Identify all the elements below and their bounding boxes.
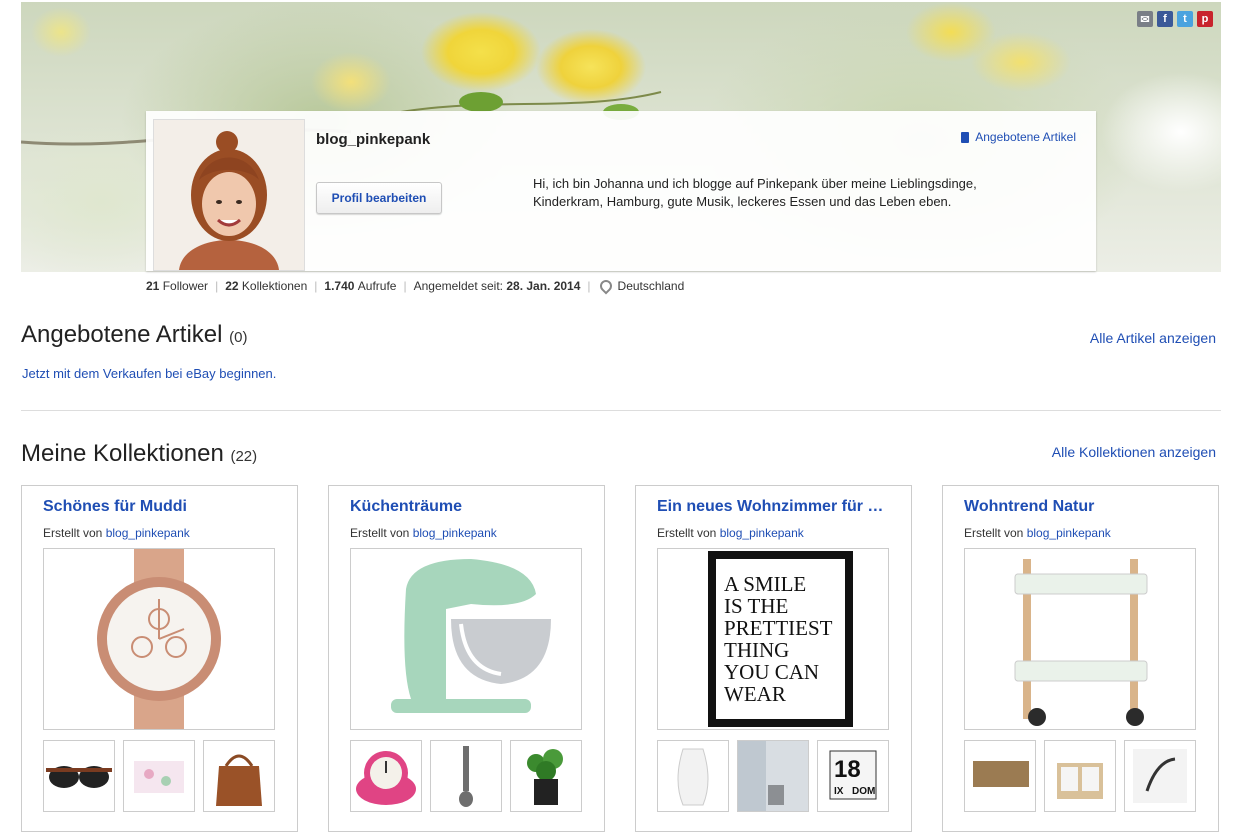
collections-section-title: Meine Kollektionen (22) [21,440,257,468]
location-pin-icon [597,277,615,295]
stats-divider: | [403,279,407,293]
registered-label: Angemeldet seit: [413,279,503,293]
profile-username: blog_pinkepank [316,131,431,148]
collection-author-link[interactable]: blog_pinkepank [106,526,190,540]
poster-line: IS THE [724,594,788,618]
stats-divider: | [215,279,219,293]
collection-thumbnails [43,740,275,812]
section-divider [21,410,1221,411]
offered-items-label: Angebotene Artikel [975,130,1076,144]
created-by-label: Erstellt von [657,526,717,540]
pinterest-share-icon[interactable]: p [1197,11,1213,27]
collection-author-line: Erstellt von blog_pinkepank [657,526,804,540]
thumbnail-feather-pillow[interactable] [1124,740,1196,812]
offered-items-link[interactable]: Angebotene Artikel [961,130,1076,144]
thumbnail-jute-rug[interactable] [964,740,1036,812]
thumbnail-room[interactable] [737,740,809,812]
profile-card: blog_pinkepank Profil bearbeiten Hi, ich… [146,111,1096,271]
collection-author-link[interactable]: blog_pinkepank [720,526,804,540]
offered-section-title: Angebotene Artikel (0) [21,321,248,349]
poster-line: PRETTIEST [724,616,833,640]
collection-main-image-mixer[interactable] [350,548,582,730]
views-count: 1.740 [324,279,355,293]
thumbnail-wooden-calendar[interactable] [1044,740,1116,812]
collections-count-badge: (22) [230,448,258,465]
profile-bio: Hi, ich bin Johanna und ich blogge auf P… [533,176,977,209]
collection-main-image-watch[interactable] [43,548,275,730]
all-items-link[interactable]: Alle Artikel anzeigen [1090,330,1216,346]
collection-thumbnails [350,740,582,812]
collection-author-line: Erstellt von blog_pinkepank [964,526,1111,540]
thumbnail-herb-plant[interactable] [510,740,582,812]
stats-divider: | [587,279,591,293]
collection-card[interactable]: Schönes für Muddi Erstellt von blog_pink… [21,485,298,832]
collection-main-image-poster[interactable]: A SMILE IS THE PRETTIEST THING YOU CAN W… [657,548,889,730]
poster-line: YOU CAN [724,660,819,684]
offered-count: (0) [229,329,248,346]
followers-label: Follower [162,279,209,293]
location-label: Deutschland [617,279,685,293]
collection-thumbnails: 18 IX DOM [657,740,889,812]
collections-title-text: Meine Kollektionen [21,440,224,467]
thumbnail-kitchen-timer[interactable] [350,740,422,812]
collection-card[interactable]: Wohntrend Natur Erstellt von blog_pinkep… [942,485,1219,832]
collection-author-link[interactable]: blog_pinkepank [413,526,497,540]
collection-card[interactable]: Küchenträume Erstellt von blog_pinkepank [328,485,605,832]
thumbnail-soap-box[interactable] [123,740,195,812]
calendar-day: 18 [834,756,861,783]
tag-icon [961,131,970,143]
all-collections-link[interactable]: Alle Kollektionen anzeigen [1052,444,1216,460]
profile-stats: 21 Follower | 22 Kollektionen | 1.740 Au… [146,277,685,295]
thumbnail-vase[interactable] [657,740,729,812]
collection-thumbnails [964,740,1196,812]
collection-title[interactable]: Ein neues Wohnzimmer für … [657,498,897,516]
stats-divider: | [314,279,318,293]
edit-profile-button[interactable]: Profil bearbeiten [316,182,442,214]
created-by-label: Erstellt von [43,526,103,540]
thumbnail-sunglasses[interactable] [43,740,115,812]
registered-date: 28. Jan. 2014 [506,279,581,293]
thumbnail-handbag[interactable] [203,740,275,812]
social-share-bar: ✉ f t p [1137,11,1213,27]
collections-count: 22 [225,279,239,293]
created-by-label: Erstellt von [350,526,410,540]
thumbnail-flip-calendar[interactable]: 18 IX DOM [817,740,889,812]
start-selling-link[interactable]: Jetzt mit dem Verkaufen bei eBay beginne… [22,366,276,381]
views-label: Aufrufe [357,279,397,293]
collection-title[interactable]: Wohntrend Natur [964,498,1204,516]
poster-line: A SMILE [724,572,806,596]
calendar-weekday: DOM [852,786,875,797]
created-by-label: Erstellt von [964,526,1024,540]
avatar [153,119,305,271]
thumbnail-ladle[interactable] [430,740,502,812]
facebook-share-icon[interactable]: f [1157,11,1173,27]
collection-author-link[interactable]: blog_pinkepank [1027,526,1111,540]
collection-title[interactable]: Küchenträume [350,498,590,516]
email-share-icon[interactable]: ✉ [1137,11,1153,27]
collection-main-image-trolley[interactable] [964,548,1196,730]
twitter-share-icon[interactable]: t [1177,11,1193,27]
collection-title[interactable]: Schönes für Muddi [43,498,283,516]
collection-author-line: Erstellt von blog_pinkepank [350,526,497,540]
collection-author-line: Erstellt von blog_pinkepank [43,526,190,540]
calendar-month: IX [834,786,844,797]
collection-card[interactable]: Ein neues Wohnzimmer für … Erstellt von … [635,485,912,832]
poster-line: THING [724,638,789,662]
poster-line: WEAR [724,682,786,706]
followers-count: 21 [146,279,160,293]
offered-title-text: Angebotene Artikel [21,321,223,348]
collections-label: Kollektionen [241,279,308,293]
